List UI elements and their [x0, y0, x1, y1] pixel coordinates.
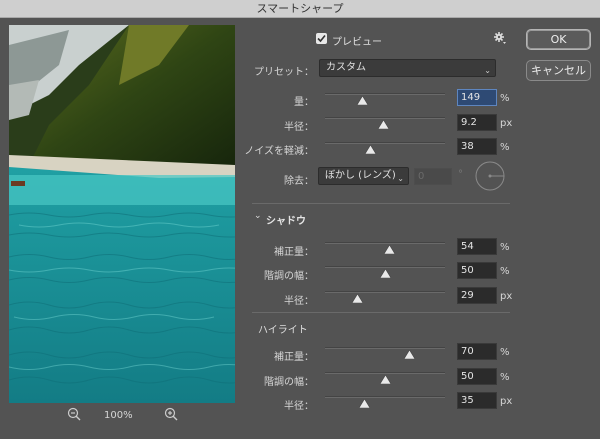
cancel-button[interactable]: キャンセル — [526, 60, 591, 81]
angle-dial-icon[interactable] — [474, 160, 506, 195]
remove-value: ぼかし (レンズ) — [325, 170, 396, 181]
radius-label: 半径： — [284, 122, 314, 133]
shadow-radius-label: 半径： — [284, 296, 314, 307]
radius-input[interactable]: 9.2 — [457, 114, 497, 131]
amount-input[interactable]: 149 — [457, 89, 497, 106]
highlight-tonal-unit: % — [500, 372, 510, 383]
noise-unit: % — [500, 142, 510, 153]
shadow-fade-unit: % — [500, 242, 510, 253]
highlight-fade-slider-thumb[interactable] — [402, 349, 416, 360]
preset-select[interactable]: カスタム ⌄ — [319, 59, 496, 77]
shadow-radius-slider-thumb[interactable] — [351, 293, 364, 304]
highlight-radius-slider-track[interactable] — [325, 396, 445, 398]
shadow-tonal-input[interactable]: 50 — [457, 262, 497, 279]
chevron-down-icon[interactable]: ⌄ — [254, 211, 262, 221]
highlight-fade-unit: % — [500, 347, 510, 358]
highlight-fade-label: 補正量： — [274, 352, 314, 363]
radius-unit: px — [500, 118, 513, 129]
amount-slider-track[interactable] — [325, 93, 445, 95]
shadow-fade-label: 補正量： — [274, 247, 314, 258]
shadow-tonal-label: 階調の幅： — [264, 271, 314, 282]
chevron-down-icon: ⌄ — [397, 174, 404, 183]
highlight-radius-input[interactable]: 35 — [457, 392, 497, 409]
highlight-tonal-slider-thumb[interactable] — [378, 374, 392, 385]
preset-value: カスタム — [326, 62, 366, 73]
chevron-down-icon: ⌄ — [484, 66, 491, 75]
shadow-fade-slider-track[interactable] — [325, 242, 445, 244]
shadow-tonal-slider-track[interactable] — [325, 266, 445, 268]
shadow-radius-input[interactable]: 29 — [457, 287, 497, 304]
angle-unit: ° — [458, 169, 463, 180]
gear-icon[interactable] — [493, 31, 507, 48]
amount-slider-thumb[interactable] — [356, 95, 369, 106]
noise-label: ノイズを軽減： — [244, 146, 314, 157]
noise-slider-track[interactable] — [325, 142, 445, 144]
shadow-fade-slider-thumb[interactable] — [383, 244, 396, 255]
lake-landscape-image — [9, 25, 235, 403]
highlight-tonal-slider-track[interactable] — [325, 372, 445, 374]
shadow-tonal-unit: % — [500, 266, 510, 277]
zoom-out-icon[interactable] — [67, 407, 83, 423]
highlight-tonal-label: 階調の幅： — [264, 377, 314, 388]
shadow-radius-unit: px — [500, 291, 513, 302]
shadow-tonal-slider-thumb[interactable] — [378, 268, 392, 279]
highlight-header: ハイライト — [258, 325, 308, 336]
window-title: スマートシャープ — [0, 0, 600, 18]
ok-button[interactable]: OK — [526, 29, 591, 50]
radius-slider-thumb[interactable] — [377, 119, 390, 130]
highlight-tonal-input[interactable]: 50 — [457, 368, 497, 385]
preview-image[interactable] — [9, 25, 235, 403]
shadow-radius-slider-track[interactable] — [325, 291, 445, 293]
divider — [252, 312, 510, 313]
highlight-radius-label: 半径： — [284, 401, 314, 412]
preview-label: プレビュー — [332, 37, 382, 48]
remove-label: 除去： — [284, 176, 314, 187]
highlight-fade-slider-track[interactable] — [325, 347, 445, 349]
highlight-radius-slider-thumb[interactable] — [358, 398, 371, 409]
zoom-in-icon[interactable] — [164, 407, 180, 423]
shadow-fade-input[interactable]: 54 — [457, 238, 497, 255]
angle-input[interactable]: 0 — [414, 168, 452, 185]
zoom-bar: 100% — [9, 404, 235, 428]
noise-slider-thumb[interactable] — [364, 144, 377, 155]
shadow-header[interactable]: シャドウ — [266, 212, 306, 227]
preset-label: プリセット： — [254, 67, 314, 78]
zoom-level: 100% — [104, 410, 133, 421]
noise-input[interactable]: 38 — [457, 138, 497, 155]
highlight-fade-input[interactable]: 70 — [457, 343, 497, 360]
divider — [252, 203, 510, 204]
radius-slider-track[interactable] — [325, 117, 445, 119]
highlight-radius-unit: px — [500, 396, 513, 407]
amount-unit: % — [500, 93, 510, 104]
remove-select[interactable]: ぼかし (レンズ) ⌄ — [318, 167, 409, 185]
preview-checkbox[interactable] — [316, 33, 327, 44]
amount-label: 量： — [294, 97, 314, 108]
